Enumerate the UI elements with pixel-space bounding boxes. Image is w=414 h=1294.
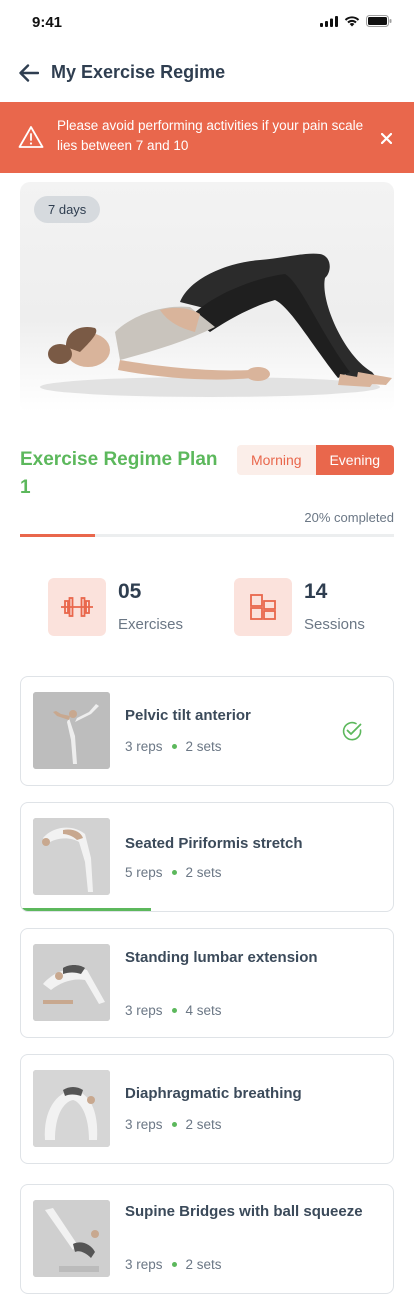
morning-tab[interactable]: Morning [237, 445, 316, 475]
arrow-left-icon [19, 64, 39, 82]
dumbbell-icon [48, 578, 106, 636]
plan-title: Exercise Regime Plan 1 [20, 449, 218, 498]
sessions-stat: 14 Sessions [234, 578, 384, 636]
plan-progress-fill [20, 534, 95, 537]
warning-icon [18, 126, 44, 148]
exercises-count: 05 [118, 580, 142, 603]
back-button[interactable] [14, 59, 44, 87]
exercise-meta: 3 reps 2 sets [125, 1257, 222, 1272]
exercise-name: Standing lumbar extension [125, 949, 318, 966]
status-bar: 9:41 [0, 0, 414, 44]
exercise-reps: 3 reps [125, 1117, 163, 1132]
header: My Exercise Regime [0, 50, 414, 96]
exercise-meta: 5 reps 2 sets [125, 865, 222, 880]
exercise-meta: 3 reps 2 sets [125, 1117, 222, 1132]
exercise-name: Seated Piriformis stretch [125, 835, 303, 852]
exercise-card[interactable]: Seated Piriformis stretch 5 reps 2 sets [20, 802, 394, 912]
exercise-thumbnail [33, 692, 110, 769]
exercise-sets: 2 sets [185, 865, 222, 880]
exercise-sets: 2 sets [185, 739, 222, 754]
separator-dot [171, 1262, 177, 1267]
exercise-card[interactable]: Supine Bridges with ball squeeze 3 reps … [20, 1184, 394, 1294]
status-time: 9:41 [32, 14, 63, 31]
exercise-reps: 5 reps [125, 865, 163, 880]
exercise-reps: 3 reps [125, 739, 163, 754]
time-of-day-toggle: Morning Evening [237, 445, 394, 475]
exercise-reps: 3 reps [125, 1257, 163, 1272]
sessions-grid-icon [234, 578, 292, 636]
exercise-thumbnail [33, 1200, 110, 1277]
exercise-name: Supine Bridges with ball squeeze [125, 1203, 363, 1220]
exercise-card[interactable]: Diaphragmatic breathing 3 reps 2 sets [20, 1054, 394, 1164]
exercises-label: Exercises [118, 616, 184, 633]
hero-image: 7 days [20, 182, 394, 412]
wifi-icon [344, 16, 360, 27]
pain-warning-alert: Please avoid performing activities if yo… [0, 102, 414, 173]
check-circle-icon [342, 721, 362, 741]
status-icons [320, 15, 392, 27]
exercise-reps: 3 reps [125, 1003, 163, 1018]
evening-tab[interactable]: Evening [315, 445, 394, 475]
separator-dot [171, 1008, 177, 1013]
sessions-count: 14 [304, 580, 328, 603]
sessions-label: Sessions [304, 616, 365, 633]
exercise-card[interactable]: Pelvic tilt anterior 3 reps 2 sets [20, 676, 394, 786]
signal-icon [320, 15, 338, 27]
page-title: My Exercise Regime [51, 62, 226, 82]
completion-label: 20% completed [304, 510, 394, 525]
exercise-sets: 2 sets [185, 1257, 222, 1272]
exercise-progress-bar [21, 908, 152, 911]
duration-badge: 7 days [34, 196, 101, 223]
alert-message: Please avoid performing activities if yo… [57, 118, 364, 153]
exercise-meta: 3 reps 2 sets [125, 739, 222, 754]
exercise-sets: 4 sets [185, 1003, 222, 1018]
close-alert-button[interactable] [376, 128, 396, 148]
exercise-thumbnail [33, 818, 110, 895]
exercise-name: Pelvic tilt anterior [125, 707, 251, 724]
separator-dot [171, 744, 177, 749]
exercise-meta: 3 reps 4 sets [125, 1003, 222, 1018]
exercise-thumbnail [33, 1070, 110, 1147]
plan-progress-bar [20, 534, 394, 537]
battery-icon [366, 15, 392, 27]
close-icon [380, 132, 392, 144]
separator-dot [171, 1122, 177, 1127]
separator-dot [171, 870, 177, 875]
exercise-sets: 2 sets [185, 1117, 222, 1132]
exercise-card[interactable]: Standing lumbar extension 3 reps 4 sets [20, 928, 394, 1038]
exercise-thumbnail [33, 944, 110, 1021]
exercises-stat: 05 Exercises [48, 578, 198, 636]
exercise-name: Diaphragmatic breathing [125, 1085, 302, 1102]
